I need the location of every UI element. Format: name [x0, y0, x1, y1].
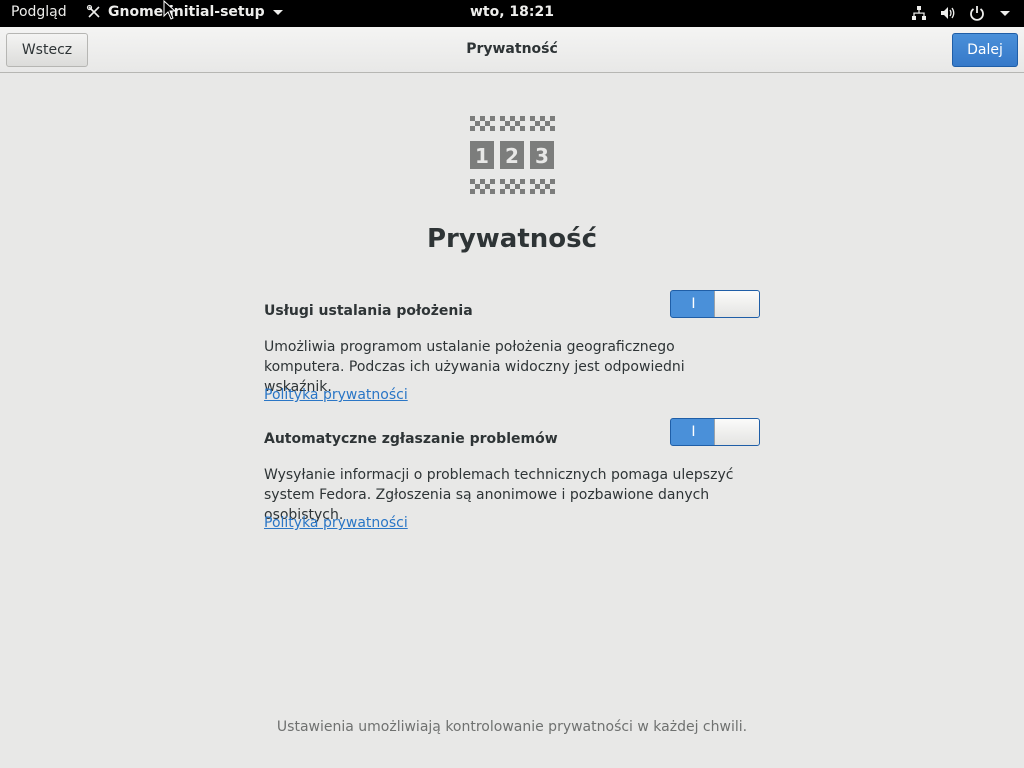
back-button[interactable]: Wstecz [6, 33, 88, 67]
logo-digit-2: 2 [505, 144, 519, 168]
logo-digit-1: 1 [475, 144, 489, 168]
toggle-on-label: I [691, 296, 696, 312]
chevron-down-icon [1000, 10, 1010, 16]
toggle-on-label: I [691, 424, 696, 440]
location-services-title: Usługi ustalania położenia [264, 303, 473, 319]
activities-button[interactable]: Podgląd [11, 4, 67, 20]
chevron-down-icon [272, 9, 283, 15]
privacy-policy-link[interactable]: Polityka prywatności [264, 515, 408, 531]
location-services-section: Usługi ustalania położenia I Umożliwia p… [264, 290, 764, 413]
page-title: Prywatność [426, 224, 598, 254]
location-services-toggle[interactable]: I [670, 290, 760, 318]
system-status-area[interactable] [911, 5, 1010, 21]
power-icon [969, 5, 985, 21]
header-title: Prywatność [466, 41, 558, 57]
footer-note: Ustawienia umożliwiają kontrolowanie pry… [276, 719, 748, 735]
privacy-icon: 1 2 3 [470, 116, 555, 194]
app-menu[interactable]: Gnome-initial-setup [86, 4, 283, 20]
volume-icon [940, 5, 956, 21]
next-button[interactable]: Dalej [952, 33, 1018, 67]
top-bar: Podgląd Gnome-initial-setup wto, 18:21 [0, 0, 1024, 27]
problem-reporting-section: Automatyczne zgłaszanie problemów I Wysy… [264, 418, 764, 541]
network-wired-icon [911, 5, 927, 21]
logo-digit-3: 3 [535, 144, 549, 168]
toggle-knob [714, 419, 759, 445]
privacy-policy-link[interactable]: Polityka prywatności [264, 387, 408, 403]
toggle-knob [714, 291, 759, 317]
app-tools-icon [86, 4, 102, 20]
header-bar: Wstecz Prywatność Dalej [0, 27, 1024, 73]
mouse-cursor-icon [163, 0, 176, 20]
problem-reporting-toggle[interactable]: I [670, 418, 760, 446]
problem-reporting-title: Automatyczne zgłaszanie problemów [264, 431, 558, 447]
clock[interactable]: wto, 18:21 [470, 4, 554, 20]
app-name: Gnome-initial-setup [108, 4, 265, 20]
